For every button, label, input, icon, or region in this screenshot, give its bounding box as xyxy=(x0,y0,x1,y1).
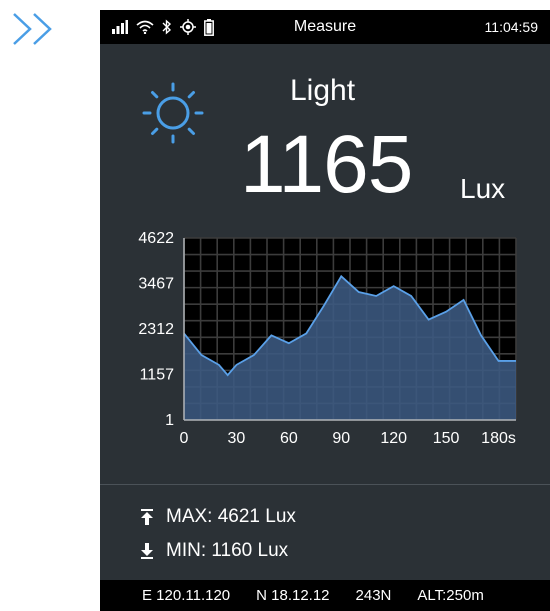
max-label: MAX: xyxy=(166,506,213,527)
max-value: 4621 Lux xyxy=(217,506,296,527)
x-tick-label: 150 xyxy=(433,430,460,447)
status-bar: Measure 11:04:59 xyxy=(100,10,550,44)
max-stat: MAX: 4621 Lux xyxy=(140,506,296,528)
screen-title: Measure xyxy=(293,18,357,35)
y-tick-label: 4622 xyxy=(138,230,174,247)
sun-icon xyxy=(142,82,204,144)
x-tick-label: 0 xyxy=(180,430,189,447)
y-tick-label: 1157 xyxy=(140,367,175,384)
arrow-up-to-line-icon xyxy=(141,509,153,525)
x-tick-label: 180s xyxy=(481,430,516,447)
longitude: E 120.11.120 xyxy=(142,587,231,604)
x-tick-label: 120 xyxy=(380,430,407,447)
heading: 243N xyxy=(355,587,392,604)
min-label: MIN: xyxy=(166,540,207,561)
min-stat: MIN: 1160 Lux xyxy=(140,540,288,562)
y-tick-label: 1 xyxy=(165,412,174,429)
x-tick-label: 90 xyxy=(332,430,350,447)
location-bar: E 120.11.120 N 18.12.12 243N ALT:250m xyxy=(100,580,550,611)
measurement-unit: Lux xyxy=(460,173,506,204)
chevron-right-icon[interactable] xyxy=(8,10,64,48)
latitude: N 18.12.12 xyxy=(256,587,330,604)
min-value: 1160 Lux xyxy=(211,540,289,561)
clock-time: 11:04:59 xyxy=(484,19,538,35)
y-tick-label: 3467 xyxy=(138,276,174,293)
divider xyxy=(100,484,550,485)
altitude: ALT:250m xyxy=(417,587,484,604)
device-screen: Measure 11:04:59 Light 1165 Lux 4622 3467… xyxy=(100,10,550,611)
measurement-value: 1165 xyxy=(240,119,413,210)
x-tick-label: 30 xyxy=(228,430,246,447)
y-tick-label: 2312 xyxy=(138,321,174,338)
x-tick-label: 60 xyxy=(280,430,298,447)
arrow-down-to-line-icon xyxy=(141,543,153,559)
light-history-chart: 4622 3467 2312 1157 10 30 60 90 120 150 180s xyxy=(138,230,517,447)
measurement-type-label: Light xyxy=(290,74,356,107)
